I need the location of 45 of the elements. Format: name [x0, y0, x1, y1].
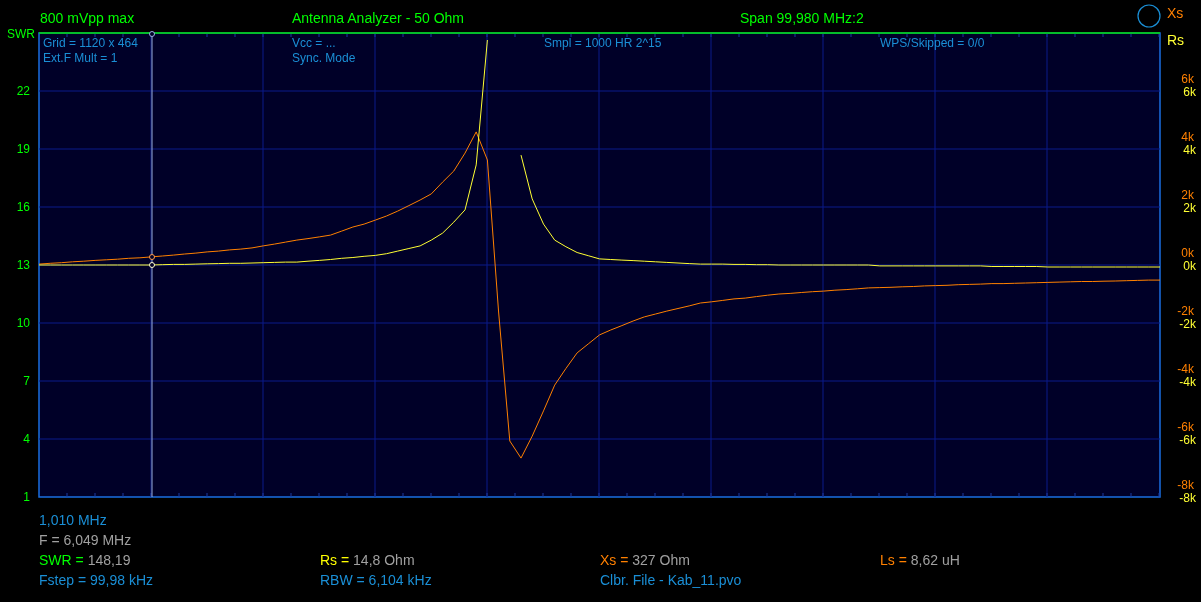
start-frequency: 1,010 MHz — [39, 511, 108, 530]
axis-tick-label: 2k — [1183, 201, 1196, 215]
info-text: Ext.F Mult = 1 — [43, 51, 118, 65]
axis-tick-label: 6k — [1181, 72, 1194, 86]
series-label: Xs — [1167, 5, 1184, 21]
axis-tick-label: -6k — [1177, 420, 1194, 434]
axis-tick-label: 19 — [16, 142, 30, 156]
axis-tick-label: -6k — [1179, 433, 1196, 447]
amplitude-label: 800 mVpp max — [40, 10, 135, 26]
reading-text: Ls = 8,62 uH — [880, 551, 961, 570]
info-text: Vcc = ... — [292, 36, 336, 50]
footer-text: RBW = 6,104 kHz — [320, 571, 433, 590]
info-text: Smpl = 1000 HR 2^15 — [544, 36, 662, 50]
axis-tick-label: 4k — [1183, 143, 1196, 157]
axis-tick-label: 13 — [16, 258, 30, 272]
series-label: Rs — [1167, 32, 1185, 48]
axis-tick-label: -4k — [1177, 362, 1194, 376]
axis-tick-label: 16 — [16, 200, 30, 214]
axis-tick-label: 4k — [1181, 130, 1194, 144]
axis-tick-label: -2k — [1177, 304, 1194, 318]
footer-text: Fstep = 99,98 kHz — [39, 571, 154, 590]
axis-tick-label: 10 — [16, 316, 30, 330]
axis-tick-label: -4k — [1179, 375, 1196, 389]
reading-text: Rs = 14,8 Ohm — [320, 551, 416, 570]
axis-tick-label: 0k — [1181, 246, 1194, 260]
footer-text: Clbr. File - Kab_11.pvo — [600, 571, 743, 590]
axis-tick-label: 4 — [23, 432, 30, 446]
cursor-frequency: F = 6,049 MHz — [39, 531, 133, 550]
axis-tick-label: 7 — [23, 374, 30, 388]
axis-tick-label: 2k — [1181, 188, 1194, 202]
span-label: Span 99,980 MHz:2 — [740, 10, 864, 26]
axis-tick-label: 1 — [23, 490, 30, 504]
axis-tick-label: -8k — [1177, 478, 1194, 492]
axis-label: SWR — [7, 27, 35, 41]
info-text: WPS/Skipped = 0/0 — [880, 36, 985, 50]
axis-tick-label: -2k — [1179, 317, 1196, 331]
axis-tick-label: 22 — [16, 84, 30, 98]
mode-title: Antenna Analyzer - 50 Ohm — [292, 10, 464, 26]
reading-text: Xs = 327 Ohm — [600, 551, 691, 570]
axis-tick-label: -8k — [1179, 491, 1196, 505]
info-text: Grid = 1120 x 464 — [43, 36, 138, 50]
axis-tick-label: 0k — [1183, 259, 1196, 273]
axis-tick-label: 6k — [1183, 85, 1196, 99]
reading-text: SWR = 148,19 — [39, 551, 132, 570]
info-text: Sync. Mode — [292, 51, 356, 65]
